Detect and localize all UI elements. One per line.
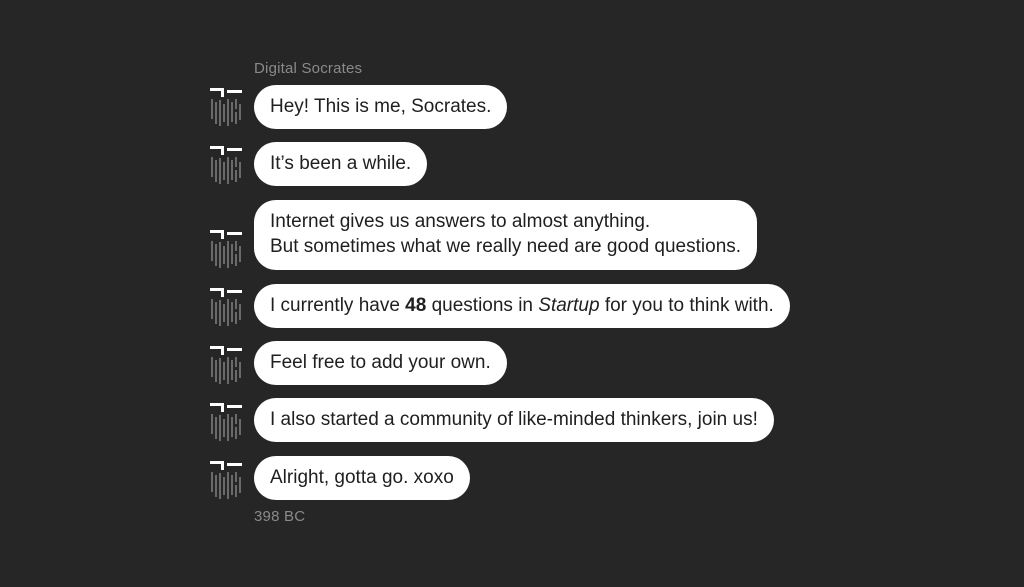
socrates-bust-icon [210, 460, 242, 500]
message-bubble: Internet gives us answers to almost anyt… [254, 200, 758, 270]
message-text-line: But sometimes what we really need are go… [270, 236, 742, 257]
message-text: Hey! This is me, Socrates. [270, 96, 492, 117]
socrates-bust-icon [210, 145, 242, 185]
message-text: Alright, gotta go. xoxo [270, 467, 454, 488]
socrates-bust-icon [210, 229, 242, 269]
question-category: Startup [538, 295, 600, 316]
message-timestamp: 398 BC [254, 508, 306, 525]
message-text: Feel free to add your own. [270, 352, 491, 373]
message-text: questions in [426, 295, 539, 316]
socrates-bust-icon [210, 402, 242, 442]
message-bubble: It’s been a while. [254, 142, 428, 186]
message-bubble: Hey! This is me, Socrates. [254, 85, 508, 129]
chat-thread: Digital Socrates Hey! This is me, Socrat… [0, 0, 1024, 587]
question-count: 48 [405, 295, 427, 316]
socrates-bust-icon [210, 87, 242, 127]
message-text: It’s been a while. [270, 153, 412, 174]
socrates-bust-icon [210, 345, 242, 385]
message-bubble: Feel free to add your own. [254, 341, 507, 385]
sender-name: Digital Socrates [254, 60, 363, 77]
message-text-line: Internet gives us answers to almost anyt… [270, 211, 651, 232]
message-text: I currently have [270, 295, 406, 316]
message-text: I also started a community of like-minde… [270, 409, 758, 430]
message-text: for you to think with. [599, 295, 774, 316]
message-bubble: Alright, gotta go. xoxo [254, 456, 470, 500]
message-bubble: I also started a community of like-minde… [254, 398, 774, 442]
socrates-bust-icon [210, 287, 242, 327]
message-bubble: I currently have 48 questions in Startup… [254, 284, 790, 328]
